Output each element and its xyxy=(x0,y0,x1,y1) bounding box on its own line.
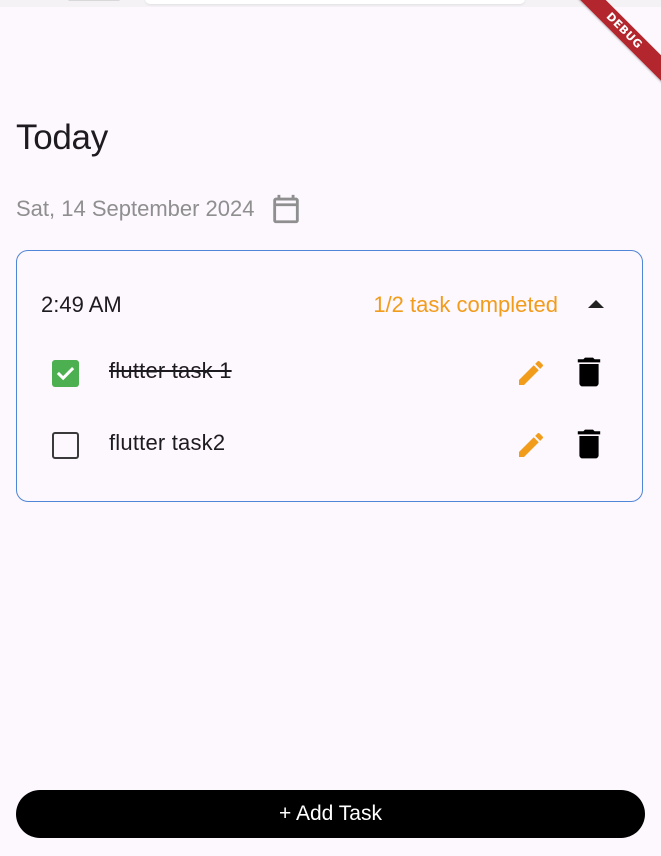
task-group-header[interactable]: 2:49 AM 1/2 task completed xyxy=(17,291,642,321)
date-row: Sat, 14 September 2024 xyxy=(16,192,303,226)
page-title: Today xyxy=(16,118,108,157)
debug-banner: DEBUG xyxy=(564,0,661,91)
task-checkbox[interactable] xyxy=(52,360,79,387)
add-task-button[interactable]: + Add Task xyxy=(16,790,645,838)
task-checkbox[interactable] xyxy=(52,432,79,459)
trash-icon[interactable] xyxy=(574,356,604,388)
task-group-time: 2:49 AM xyxy=(41,292,122,317)
calendar-icon[interactable] xyxy=(269,192,303,226)
task-label: flutter task 1 xyxy=(109,358,232,383)
task-group-card: 2:49 AM 1/2 task completed flutter task … xyxy=(16,250,643,502)
check-icon xyxy=(56,367,75,381)
top-handle xyxy=(68,0,120,1)
chevron-up-icon[interactable] xyxy=(588,300,604,308)
task-progress-text: 1/2 task completed xyxy=(373,292,558,317)
status-strip xyxy=(0,0,661,7)
date-text: Sat, 14 September 2024 xyxy=(16,196,255,221)
task-row: flutter task 1 xyxy=(17,351,642,391)
pencil-icon[interactable] xyxy=(515,357,547,389)
task-label: flutter task2 xyxy=(109,430,226,455)
trash-icon[interactable] xyxy=(574,428,604,460)
top-pill xyxy=(145,0,525,4)
task-row: flutter task2 xyxy=(17,423,642,463)
pencil-icon[interactable] xyxy=(515,429,547,461)
